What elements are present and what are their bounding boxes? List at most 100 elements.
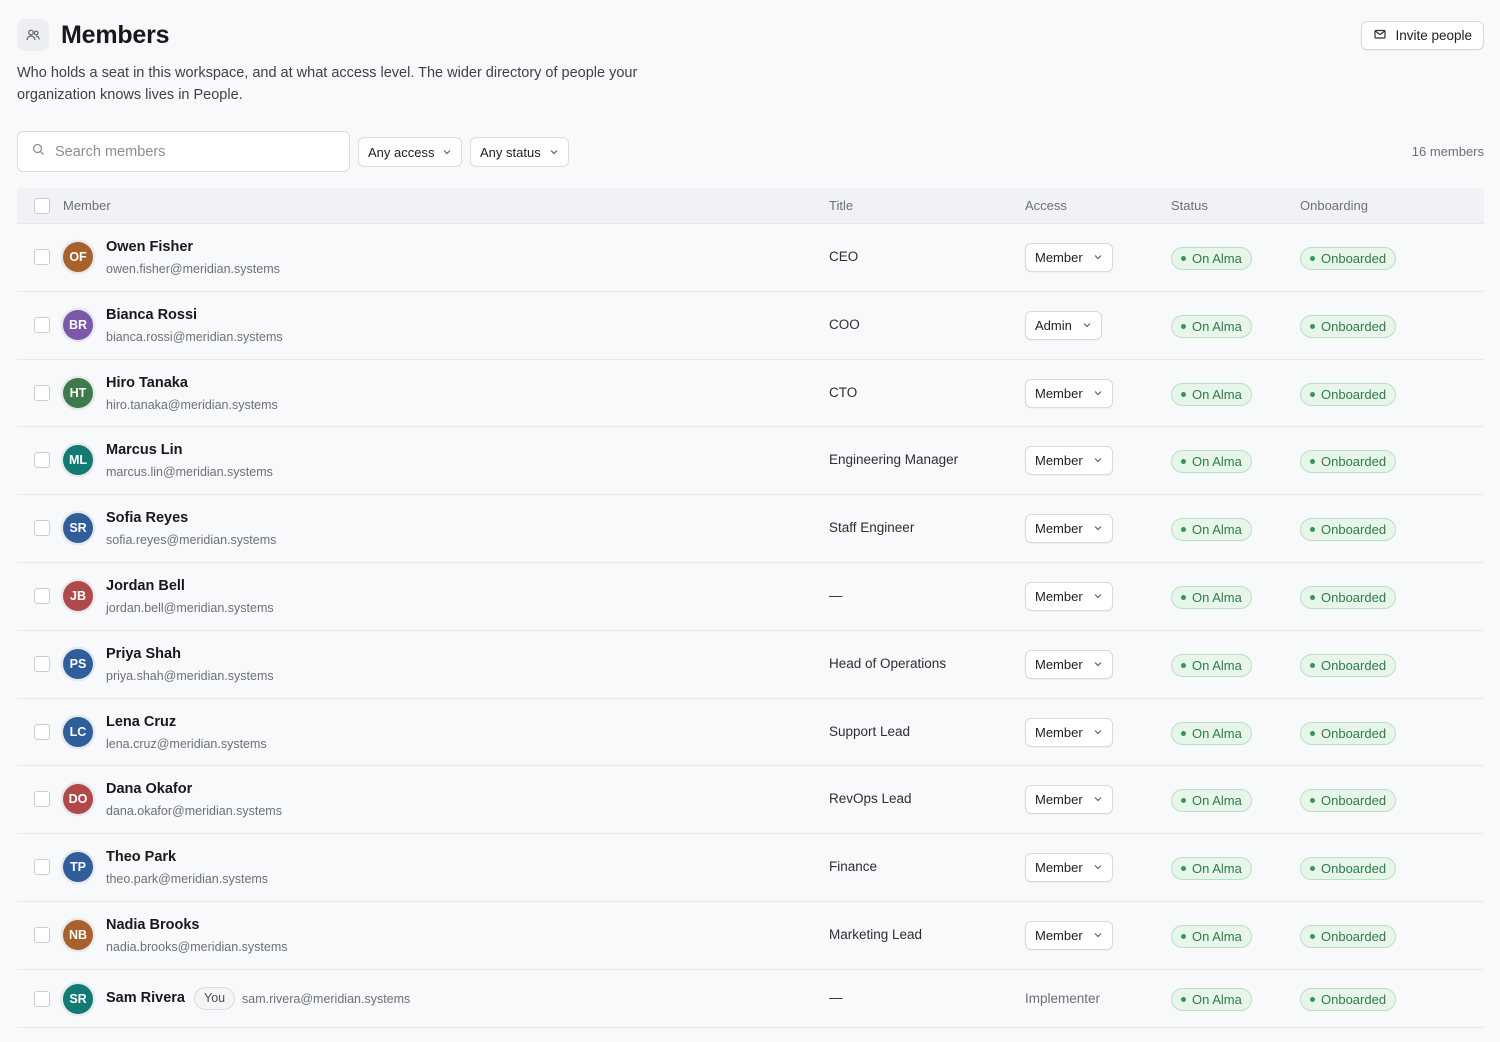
table-row[interactable]: BR Bianca Rossi bianca.rossi@meridian.syst… xyxy=(17,292,1484,360)
row-checkbox[interactable] xyxy=(34,791,50,808)
onboarding-badge: Onboarded xyxy=(1300,924,1397,948)
status-badge-label: On Alma xyxy=(1192,318,1242,334)
row-checkbox[interactable] xyxy=(34,859,50,876)
status-badge: On Alma xyxy=(1171,585,1252,609)
access-dropdown[interactable]: Member xyxy=(1025,243,1113,272)
column-header-onboarding[interactable]: Onboarding xyxy=(1300,198,1368,213)
table-row[interactable]: TP Theo Park theo.park@meridian.systems Fin… xyxy=(17,834,1484,902)
row-checkbox[interactable] xyxy=(34,520,50,537)
row-checkbox[interactable] xyxy=(34,384,50,401)
status-badge-label: On Alma xyxy=(1192,928,1242,944)
member-title: Marketing Lead xyxy=(829,926,923,942)
table-row-self[interactable]: SR Sam Rivera You sam.rivera@meridian.sy… xyxy=(17,970,1484,1028)
status-filter-dropdown[interactable]: Any status xyxy=(470,137,569,167)
member-email: sam.rivera@meridian.systems xyxy=(242,991,411,1006)
status-badge: On Alma xyxy=(1171,789,1252,813)
select-all-checkbox[interactable] xyxy=(34,198,50,214)
status-badge: On Alma xyxy=(1171,314,1252,338)
avatar: SR xyxy=(63,513,93,544)
access-filter-dropdown[interactable]: Any access xyxy=(358,137,463,167)
table-header: Member Title Access Status Onboarding xyxy=(17,188,1484,224)
row-checkbox[interactable] xyxy=(34,655,50,672)
access-dropdown-label: Member xyxy=(1035,588,1083,604)
status-dot-icon xyxy=(1310,933,1315,939)
table-row[interactable]: LC Lena Cruz lena.cruz@meridian.systems Sup… xyxy=(17,699,1484,767)
avatar: HT xyxy=(63,377,93,408)
onboarding-badge-label: Onboarded xyxy=(1321,386,1387,402)
member-email: bianca.rossi@meridian.systems xyxy=(106,329,283,344)
status-dot-icon xyxy=(1310,730,1315,736)
row-checkbox[interactable] xyxy=(34,587,50,604)
row-checkbox[interactable] xyxy=(34,926,50,943)
onboarding-badge: Onboarded xyxy=(1300,450,1397,474)
member-name: Theo Park xyxy=(106,849,177,866)
member-title: RevOps Lead xyxy=(829,791,912,807)
access-dropdown[interactable]: Member xyxy=(1025,446,1113,476)
row-checkbox[interactable] xyxy=(34,990,50,1007)
row-checkbox[interactable] xyxy=(34,452,50,469)
member-title: CEO xyxy=(829,249,859,264)
chevron-down-icon xyxy=(1093,725,1103,740)
invite-people-button[interactable]: Invite people xyxy=(1361,21,1484,50)
onboarding-badge-label: Onboarded xyxy=(1321,251,1387,266)
search-input[interactable] xyxy=(55,143,335,160)
table-row[interactable]: OF Owen Fisher owen.fisher@meridian.system… xyxy=(17,224,1484,292)
access-filter-label: Any access xyxy=(368,144,435,160)
page-title: Members xyxy=(61,20,170,49)
row-checkbox[interactable] xyxy=(34,316,50,333)
member-name: Owen Fisher xyxy=(106,239,194,255)
access-dropdown[interactable]: Member xyxy=(1025,853,1113,883)
avatar: DO xyxy=(63,784,93,815)
table-row[interactable]: ML Marcus Lin marcus.lin@meridian.systems E… xyxy=(17,427,1484,496)
table-row[interactable]: JB Jordan Bell jordan.bell@meridian.system… xyxy=(17,563,1484,631)
status-badge-label: On Alma xyxy=(1192,725,1242,741)
table-row[interactable]: SR Sofia Reyes sofia.reyes@meridian.system… xyxy=(17,495,1484,563)
access-dropdown[interactable]: Member xyxy=(1025,378,1113,408)
access-dropdown[interactable]: Member xyxy=(1025,717,1113,747)
access-dropdown[interactable]: Member xyxy=(1025,649,1113,679)
avatar: JB xyxy=(63,580,93,611)
column-header-member[interactable]: Member xyxy=(63,198,111,213)
onboarding-badge: Onboarded xyxy=(1300,518,1397,542)
column-header-title[interactable]: Title xyxy=(829,198,853,213)
status-badge-label: On Alma xyxy=(1192,454,1242,470)
member-title: Head of Operations xyxy=(829,655,947,671)
onboarding-badge-label: Onboarded xyxy=(1321,861,1387,877)
row-checkbox[interactable] xyxy=(34,723,50,740)
status-badge: On Alma xyxy=(1171,653,1252,677)
invite-people-label: Invite people xyxy=(1395,28,1472,43)
status-badge: On Alma xyxy=(1171,382,1252,406)
access-dropdown[interactable]: Member xyxy=(1025,514,1113,544)
onboarding-badge-label: Onboarded xyxy=(1321,928,1387,944)
status-dot-icon xyxy=(1310,866,1315,872)
search-box[interactable] xyxy=(17,131,350,172)
member-name: Priya Shah xyxy=(106,645,181,662)
onboarding-badge: Onboarded xyxy=(1300,314,1397,338)
access-dropdown[interactable]: Member xyxy=(1025,920,1113,950)
table-row[interactable]: HT Hiro Tanaka hiro.tanaka@meridian.system… xyxy=(17,360,1484,428)
status-badge: On Alma xyxy=(1171,450,1252,474)
members-table: Member Title Access Status Onboarding OF… xyxy=(17,188,1484,1028)
access-dropdown[interactable]: Admin xyxy=(1025,310,1102,340)
table-row[interactable]: PS Priya Shah priya.shah@meridian.systems H… xyxy=(17,631,1484,699)
chevron-down-icon xyxy=(549,145,559,160)
column-header-status[interactable]: Status xyxy=(1171,198,1208,213)
access-dropdown-label: Member xyxy=(1035,521,1083,537)
status-badge-label: On Alma xyxy=(1192,861,1242,877)
status-dot-icon xyxy=(1181,323,1186,329)
chevron-down-icon xyxy=(1093,860,1103,875)
member-email: owen.fisher@meridian.systems xyxy=(106,262,280,276)
row-checkbox[interactable] xyxy=(34,249,50,265)
status-dot-icon xyxy=(1181,594,1186,600)
access-dropdown[interactable]: Member xyxy=(1025,785,1113,815)
chevron-down-icon xyxy=(1093,928,1103,943)
status-badge: On Alma xyxy=(1171,518,1252,542)
onboarding-badge-label: Onboarded xyxy=(1321,657,1387,673)
table-row[interactable]: NB Nadia Brooks nadia.brooks@meridian.syst… xyxy=(17,902,1484,970)
access-dropdown[interactable]: Member xyxy=(1025,581,1113,611)
access-dropdown-label: Member xyxy=(1035,927,1083,943)
table-row[interactable]: DO Dana Okafor dana.okafor@meridian.system… xyxy=(17,766,1484,835)
column-header-access[interactable]: Access xyxy=(1025,198,1067,213)
page-header: Members Invite people xyxy=(17,18,1484,52)
chevron-down-icon xyxy=(1093,657,1103,672)
